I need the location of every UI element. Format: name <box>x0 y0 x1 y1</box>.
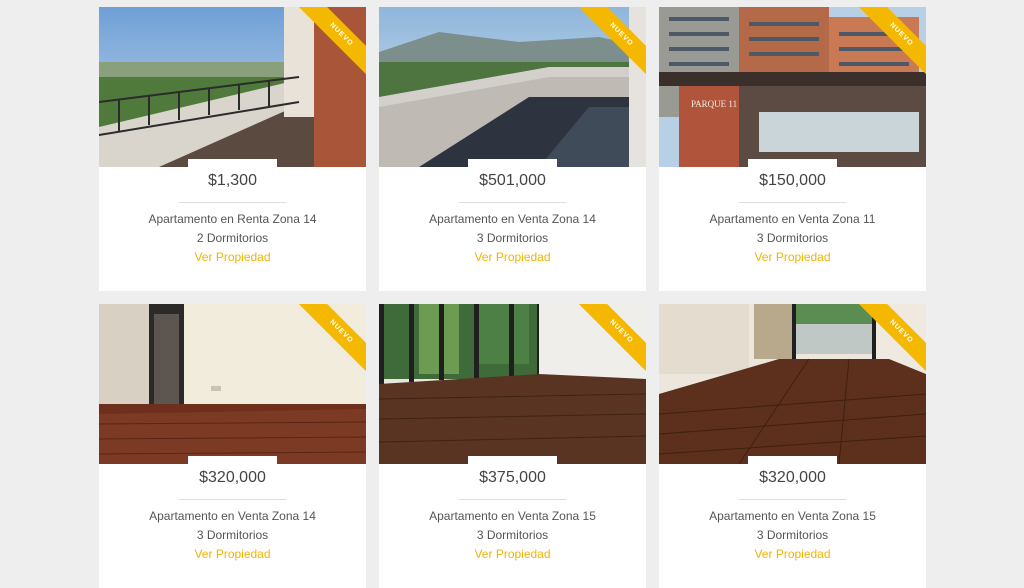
listing-bedrooms: 3 Dormitorios <box>756 528 829 542</box>
listing-photo-interior[interactable]: NUEVO <box>99 304 366 464</box>
divider <box>459 202 566 203</box>
new-ribbon: NUEVO <box>566 304 646 384</box>
listing-title: Apartamento en Venta Zona 14 <box>149 509 316 523</box>
price-box: $1,300 <box>188 159 277 189</box>
listing-photo-living-room[interactable]: NUEVO <box>379 304 646 464</box>
listing-card[interactable]: NUEVO $1,300 Apartamento en Renta Zona 1… <box>99 7 366 291</box>
listing-info: Apartamento en Venta Zona 14 3 Dormitori… <box>379 210 646 267</box>
divider <box>739 202 846 203</box>
listing-card[interactable]: NUEVO $320,000 Apartamento en Venta Zona… <box>659 304 926 588</box>
view-property-link[interactable]: Ver Propiedad <box>99 248 366 267</box>
listing-card[interactable]: PARQUE 11 NUEVO $150,000 Apartamento en … <box>659 7 926 291</box>
listing-photo-terrace[interactable]: NUEVO <box>379 7 646 167</box>
view-property-link[interactable]: Ver Propiedad <box>659 545 926 564</box>
listing-info: Apartamento en Venta Zona 14 3 Dormitori… <box>99 507 366 564</box>
new-ribbon: NUEVO <box>846 7 926 87</box>
listing-photo-balcony[interactable]: NUEVO <box>99 7 366 167</box>
price-box: $501,000 <box>468 159 557 189</box>
new-ribbon: NUEVO <box>566 7 646 87</box>
view-property-link[interactable]: Ver Propiedad <box>379 545 646 564</box>
listings-grid: NUEVO $1,300 Apartamento en Renta Zona 1… <box>99 7 927 588</box>
listing-price: $501,000 <box>479 172 546 189</box>
listing-price: $320,000 <box>759 469 826 486</box>
new-badge: NUEVO <box>855 7 926 81</box>
listing-title: Apartamento en Venta Zona 15 <box>709 509 876 523</box>
new-badge: NUEVO <box>575 7 646 81</box>
new-badge: NUEVO <box>575 304 646 378</box>
listing-info: Apartamento en Renta Zona 14 2 Dormitori… <box>99 210 366 267</box>
listing-title: Apartamento en Venta Zona 11 <box>709 212 876 226</box>
listing-info: Apartamento en Venta Zona 11 3 Dormitori… <box>659 210 926 267</box>
listing-info: Apartamento en Venta Zona 15 3 Dormitori… <box>379 507 646 564</box>
listing-photo-room[interactable]: NUEVO <box>659 304 926 464</box>
listing-bedrooms: 3 Dormitorios <box>476 528 549 542</box>
listing-bedrooms: 3 Dormitorios <box>476 231 549 245</box>
listing-bedrooms: 3 Dormitorios <box>756 231 829 245</box>
divider <box>459 499 566 500</box>
listing-title: Apartamento en Venta Zona 15 <box>429 509 596 523</box>
listing-price: $375,000 <box>479 469 546 486</box>
listing-title: Apartamento en Venta Zona 14 <box>429 212 596 226</box>
building-sign: PARQUE 11 <box>691 99 737 109</box>
listing-price: $150,000 <box>759 172 826 189</box>
price-box: $150,000 <box>748 159 837 189</box>
listing-bedrooms: 2 Dormitorios <box>196 231 269 245</box>
divider <box>179 202 286 203</box>
divider <box>179 499 286 500</box>
view-property-link[interactable]: Ver Propiedad <box>659 248 926 267</box>
new-ribbon: NUEVO <box>846 304 926 384</box>
listing-title: Apartamento en Renta Zona 14 <box>148 212 317 226</box>
view-property-link[interactable]: Ver Propiedad <box>379 248 646 267</box>
new-badge: NUEVO <box>295 304 366 378</box>
listing-bedrooms: 3 Dormitorios <box>196 528 269 542</box>
listing-card[interactable]: NUEVO $320,000 Apartamento en Venta Zona… <box>99 304 366 588</box>
listing-price: $1,300 <box>208 172 257 189</box>
listing-price: $320,000 <box>199 469 266 486</box>
listing-photo-building[interactable]: PARQUE 11 NUEVO <box>659 7 926 167</box>
price-box: $375,000 <box>468 456 557 486</box>
new-ribbon: NUEVO <box>286 7 366 87</box>
listing-info: Apartamento en Venta Zona 15 3 Dormitori… <box>659 507 926 564</box>
new-badge: NUEVO <box>295 7 366 81</box>
divider <box>739 499 846 500</box>
listing-card[interactable]: NUEVO $501,000 Apartamento en Venta Zona… <box>379 7 646 291</box>
view-property-link[interactable]: Ver Propiedad <box>99 545 366 564</box>
price-box: $320,000 <box>748 456 837 486</box>
price-box: $320,000 <box>188 456 277 486</box>
listing-card[interactable]: NUEVO $375,000 Apartamento en Venta Zona… <box>379 304 646 588</box>
new-badge: NUEVO <box>855 304 926 378</box>
new-ribbon: NUEVO <box>286 304 366 384</box>
